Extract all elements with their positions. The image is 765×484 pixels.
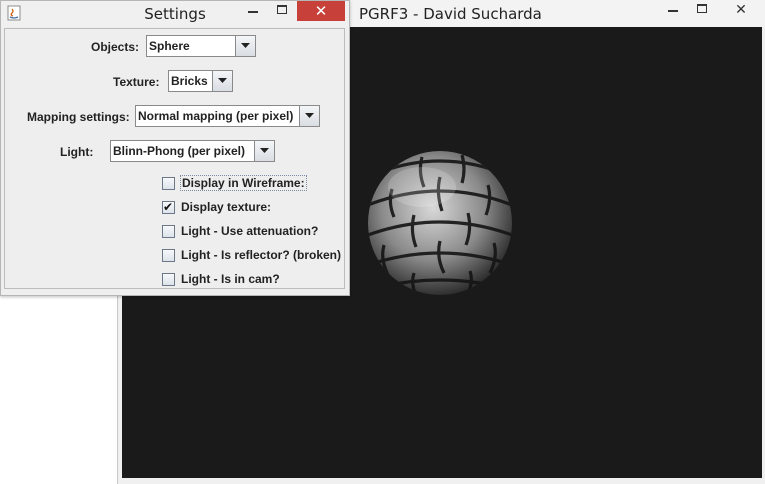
reflector-label[interactable]: Light - Is reflector? (broken)	[180, 248, 342, 262]
attenuation-checkbox-row[interactable]: Light - Use attenuation?	[162, 222, 319, 240]
wireframe-label[interactable]: Display in Wireframe:	[180, 175, 307, 191]
attenuation-label[interactable]: Light - Use attenuation?	[180, 224, 319, 238]
mapping-dropdown-value: Normal mapping (per pixel)	[138, 109, 294, 123]
texture-dropdown-value: Bricks	[171, 74, 208, 88]
settings-titlebar[interactable]: Settings ✕	[1, 1, 349, 27]
texture-dropdown[interactable]: Bricks	[168, 70, 233, 92]
wireframe-checkbox-row[interactable]: Display in Wireframe:	[162, 174, 307, 192]
close-icon: ✕	[735, 2, 747, 18]
texture-label: Texture:	[113, 75, 160, 89]
objects-label: Objects:	[91, 40, 140, 54]
maximize-icon	[277, 5, 287, 14]
minimize-button[interactable]	[659, 0, 688, 20]
objects-dropdown[interactable]: Sphere	[146, 35, 256, 57]
display-texture-checkbox[interactable]: ✔	[162, 199, 175, 214]
light-label: Light:	[60, 145, 94, 159]
light-dropdown-value: Blinn-Phong (per pixel)	[113, 144, 245, 158]
settings-window-controls: ✕	[239, 1, 345, 21]
minimize-icon	[248, 11, 258, 13]
settings-window: Settings ✕ Objects: Sphere Texture: Bric…	[0, 0, 350, 296]
in-cam-checkbox-row[interactable]: Light - Is in cam?	[162, 270, 281, 288]
textured-sphere	[368, 151, 512, 295]
chevron-down-icon[interactable]	[235, 36, 255, 56]
reflector-checkbox[interactable]	[162, 248, 175, 262]
display-texture-label[interactable]: Display texture:	[180, 200, 272, 214]
settings-panel: Objects: Sphere Texture: Bricks Mapping …	[4, 28, 345, 289]
objects-dropdown-value: Sphere	[149, 39, 190, 53]
settings-maximize-button[interactable]	[268, 1, 297, 21]
close-icon: ✕	[314, 2, 328, 20]
mapping-label: Mapping settings:	[27, 110, 130, 124]
wireframe-checkbox[interactable]	[162, 176, 175, 190]
texture-checkbox-row[interactable]: ✔ Display texture:	[162, 198, 272, 216]
maximize-icon	[697, 4, 707, 13]
chevron-down-icon[interactable]	[299, 106, 319, 126]
settings-minimize-button[interactable]	[239, 1, 268, 21]
maximize-button[interactable]	[688, 0, 717, 20]
main-window-title: PGRF3 - David Sucharda	[359, 5, 542, 23]
in-cam-checkbox[interactable]	[162, 272, 175, 286]
main-window-controls: ✕	[659, 0, 765, 20]
light-dropdown[interactable]: Blinn-Phong (per pixel)	[110, 140, 275, 162]
chevron-down-icon[interactable]	[212, 71, 232, 91]
close-button[interactable]: ✕	[717, 0, 765, 20]
reflector-checkbox-row[interactable]: Light - Is reflector? (broken)	[162, 246, 342, 264]
attenuation-checkbox[interactable]	[162, 224, 175, 238]
mapping-dropdown[interactable]: Normal mapping (per pixel)	[135, 105, 320, 127]
checkmark-icon: ✔	[163, 199, 174, 214]
minimize-icon	[668, 10, 678, 12]
settings-close-button[interactable]: ✕	[297, 1, 345, 21]
in-cam-label[interactable]: Light - Is in cam?	[180, 272, 281, 286]
chevron-down-icon[interactable]	[254, 141, 274, 161]
